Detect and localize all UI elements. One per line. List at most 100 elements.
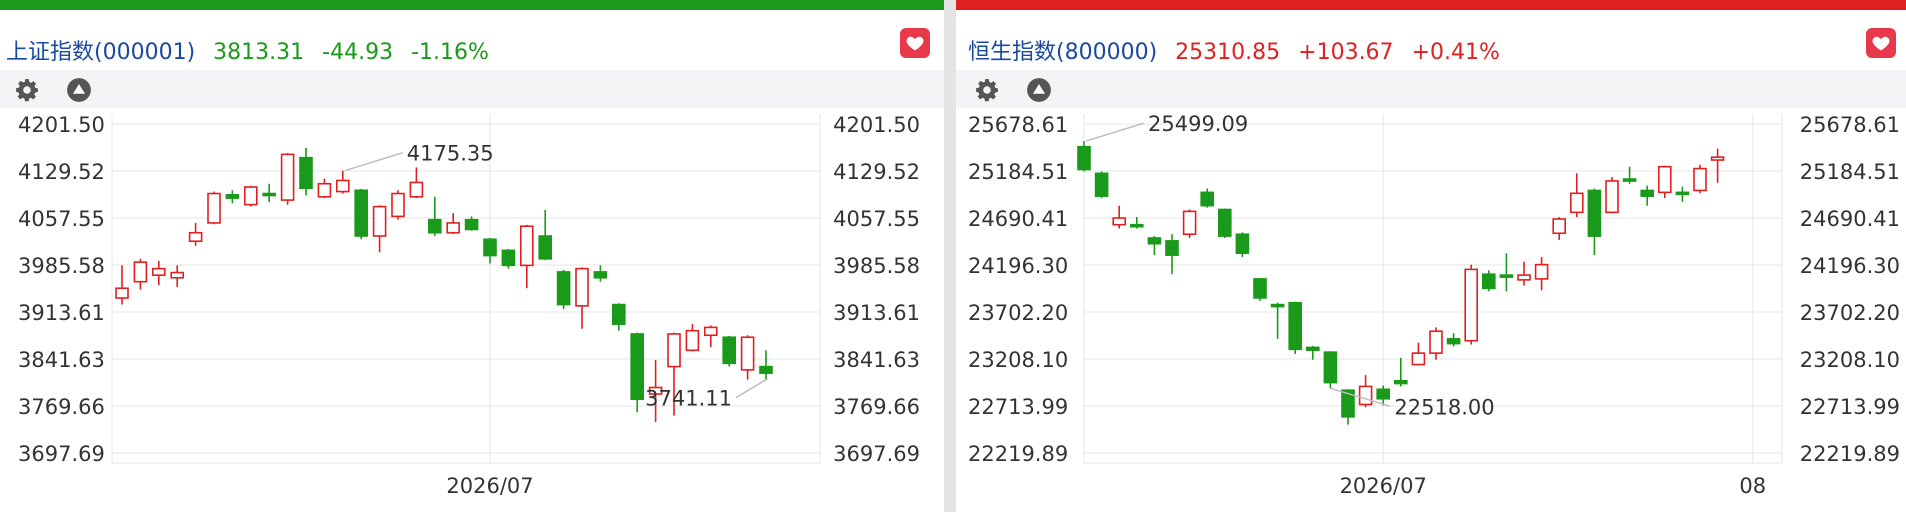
candle-down xyxy=(427,196,442,236)
candle-body xyxy=(464,218,479,231)
candle-body xyxy=(244,186,258,206)
candle-up xyxy=(1569,173,1584,218)
y-tick-label-right: 23702.20 xyxy=(1800,301,1900,325)
candle-down xyxy=(1077,141,1091,172)
candle-up xyxy=(317,178,332,199)
candle-down xyxy=(1130,217,1144,229)
candle-body xyxy=(262,192,277,197)
candle-down xyxy=(1481,270,1496,292)
index-name[interactable]: 上证指数(000001) xyxy=(6,40,195,65)
candle-down xyxy=(630,332,645,413)
min-leader-line xyxy=(735,379,767,399)
candle-body xyxy=(1288,301,1303,351)
y-tick-label-right: 4129.52 xyxy=(833,160,920,184)
candle-down xyxy=(556,269,571,310)
y-tick-label-left: 23702.20 xyxy=(968,301,1068,325)
shanghai-index-panel: 上证指数(000001) 3813.31 -44.93 -1.16% 4201.50 4… xyxy=(0,0,944,512)
candle-down xyxy=(593,265,608,282)
heart-icon xyxy=(1872,36,1890,51)
candle-body xyxy=(1640,189,1655,197)
heart-icon xyxy=(906,36,924,51)
candle-body xyxy=(1235,233,1250,255)
favorite-button[interactable] xyxy=(900,28,930,58)
y-tick-label-left: 4129.52 xyxy=(18,160,105,184)
index-price: 25310.85 xyxy=(1175,40,1281,65)
candle-body xyxy=(1376,388,1391,400)
candle-body xyxy=(1130,223,1144,228)
favorite-button[interactable] xyxy=(1866,28,1896,58)
candle-up xyxy=(152,260,166,285)
candle-up xyxy=(244,185,258,207)
candle-body xyxy=(1446,338,1461,345)
candle-body xyxy=(409,181,424,198)
y-tick-label-right: 4201.50 xyxy=(833,113,920,137)
index-change-pct: -1.16% xyxy=(411,40,489,65)
y-tick-label-left: 25184.51 xyxy=(968,160,1068,184)
candle-up xyxy=(1710,148,1725,183)
candle-body xyxy=(1165,240,1179,256)
candle-body xyxy=(501,249,516,267)
candle-body xyxy=(1270,303,1285,308)
chart-toolbar xyxy=(956,70,1906,108)
candle-down xyxy=(1165,234,1179,275)
triangle-up-icon[interactable] xyxy=(1026,77,1052,103)
candle-down xyxy=(1288,301,1303,355)
candle-up xyxy=(740,335,755,380)
candle-body xyxy=(759,365,773,374)
candle-body xyxy=(1429,330,1443,354)
candle-down xyxy=(225,190,240,204)
candle-up xyxy=(133,258,148,290)
y-tick-label-left: 3841.63 xyxy=(18,348,105,372)
y-tick-label-right: 23208.10 xyxy=(1800,348,1900,372)
shanghai-candlestick-chart[interactable]: 4201.50 4201.50 4129.52 4129.52 4057.55 4057.… xyxy=(0,108,944,512)
candle-body xyxy=(446,222,461,234)
index-quote: 恒生指数(800000) 25310.85 +103.67 +0.41% xyxy=(968,34,1500,66)
y-tick-label-left: 4057.55 xyxy=(18,207,105,231)
candle-up xyxy=(519,224,534,289)
candle-down xyxy=(1393,357,1408,387)
y-tick-label-left: 24196.30 xyxy=(968,254,1068,278)
candle-body xyxy=(1675,191,1690,196)
candle-body xyxy=(354,189,369,237)
candle-down xyxy=(1640,185,1655,206)
candle-body xyxy=(630,333,645,401)
candle-body xyxy=(722,336,737,365)
gear-icon[interactable] xyxy=(974,77,1000,103)
candle-body xyxy=(1605,180,1619,214)
candle-down xyxy=(483,237,497,264)
gear-icon[interactable] xyxy=(14,77,40,103)
candle-up xyxy=(1182,209,1197,239)
y-tick-label-right: 3841.63 xyxy=(833,348,920,372)
candle-body xyxy=(1182,210,1197,236)
index-price: 3813.31 xyxy=(213,40,305,65)
candle-body xyxy=(1112,217,1126,226)
panel-divider[interactable] xyxy=(944,0,956,512)
candle-body xyxy=(1534,263,1549,280)
candle-body xyxy=(1464,268,1479,342)
candle-body xyxy=(1499,274,1514,278)
y-tick-label-left: 3913.61 xyxy=(18,301,105,325)
candle-body xyxy=(703,326,718,337)
candle-body xyxy=(152,267,166,276)
candle-up xyxy=(1112,205,1126,229)
y-tick-label-right: 22219.89 xyxy=(1800,442,1900,466)
candle-down xyxy=(759,350,773,380)
triangle-up-icon[interactable] xyxy=(66,77,92,103)
candle-down xyxy=(1253,277,1267,301)
candle-body xyxy=(299,156,313,190)
hang-seng-index-panel: 恒生指数(800000) 25310.85 +103.67 +0.41% 25678.… xyxy=(956,0,1906,512)
y-tick-label-right: 3913.61 xyxy=(833,301,920,325)
candle-body xyxy=(188,231,203,243)
candle-down xyxy=(1217,208,1232,239)
hang-seng-candlestick-chart[interactable]: 25678.61 25678.61 25184.51 25184.51 24690.41… xyxy=(956,108,1906,512)
candle-body xyxy=(1710,156,1725,161)
candle-body xyxy=(1305,346,1320,352)
min-value-label: 22518.00 xyxy=(1394,395,1494,419)
y-tick-label-right: 3769.66 xyxy=(833,395,920,419)
candle-body xyxy=(740,336,755,371)
candle-body xyxy=(1077,145,1091,171)
candle-down xyxy=(1446,333,1461,347)
candle-down xyxy=(1200,188,1214,208)
index-name[interactable]: 恒生指数(800000) xyxy=(968,40,1157,65)
y-tick-label-left: 3985.58 xyxy=(18,254,105,278)
